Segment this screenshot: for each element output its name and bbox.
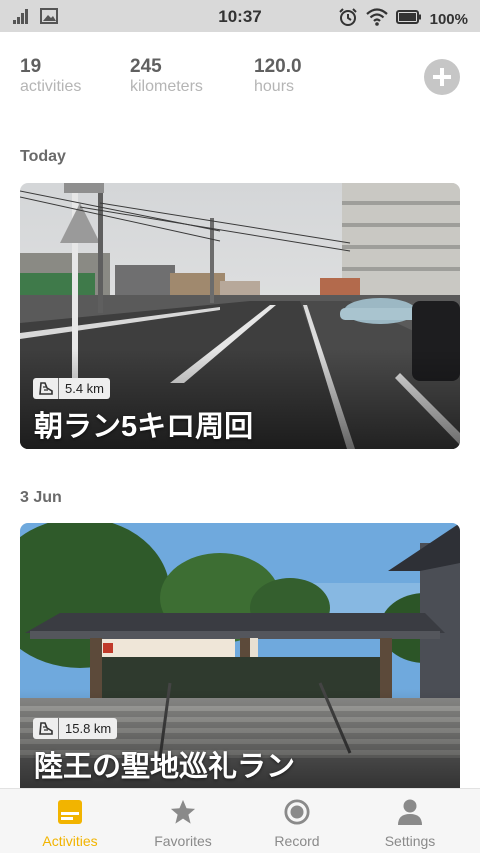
status-bar: 10:37 100% — [0, 0, 480, 32]
activities-icon — [57, 798, 83, 826]
record-icon — [284, 798, 310, 826]
section-heading-date: 3 Jun — [20, 489, 62, 506]
battery-percent: 100% — [429, 11, 468, 28]
person-icon — [397, 798, 423, 826]
stat-activities-label: activities — [20, 78, 82, 95]
stat-activities-value: 19 — [20, 56, 42, 77]
distance-badge: 15.8 km — [33, 718, 118, 739]
star-icon — [170, 798, 196, 826]
distance-value: 5.4 km — [65, 381, 105, 396]
tab-label: Record — [274, 833, 320, 849]
tab-label: Favorites — [154, 833, 212, 849]
bottom-tab-bar: Activities Favorites Record Settings — [0, 788, 480, 853]
tab-activities[interactable]: Activities — [10, 789, 130, 854]
shoe-icon — [33, 718, 59, 739]
activity-card[interactable]: 15.8 km 陸王の聖地巡礼ラン — [20, 523, 460, 789]
distance-value: 15.8 km — [65, 721, 112, 736]
tab-label: Settings — [384, 833, 436, 849]
stat-hours: 120.0 hours — [254, 56, 302, 96]
tab-record[interactable]: Record — [237, 789, 357, 854]
stat-distance: 245 kilometers — [130, 56, 203, 96]
activity-title: 陸王の聖地巡礼ラン — [34, 751, 296, 783]
battery-icon — [395, 9, 422, 30]
add-activity-button[interactable] — [424, 59, 460, 95]
stats-summary: 19 activities 245 kilometers 120.0 hours — [20, 56, 460, 100]
section-heading-today: Today — [20, 148, 66, 165]
tab-favorites[interactable]: Favorites — [123, 789, 243, 854]
wifi-icon — [365, 8, 388, 31]
stat-activities: 19 activities — [20, 56, 81, 96]
stat-hours-value: 120.0 — [254, 56, 302, 77]
tab-settings[interactable]: Settings — [350, 789, 470, 854]
alarm-icon — [338, 7, 358, 32]
distance-badge: 5.4 km — [33, 378, 111, 399]
stat-distance-value: 245 — [130, 56, 162, 77]
activity-card[interactable]: 5.4 km 朝ラン5キロ周回 — [20, 183, 460, 449]
stat-distance-label: kilometers — [130, 78, 203, 95]
stat-hours-label: hours — [254, 78, 295, 95]
shoe-icon — [33, 378, 59, 399]
activity-title: 朝ラン5キロ周回 — [34, 411, 254, 443]
tab-label: Activities — [42, 833, 98, 849]
